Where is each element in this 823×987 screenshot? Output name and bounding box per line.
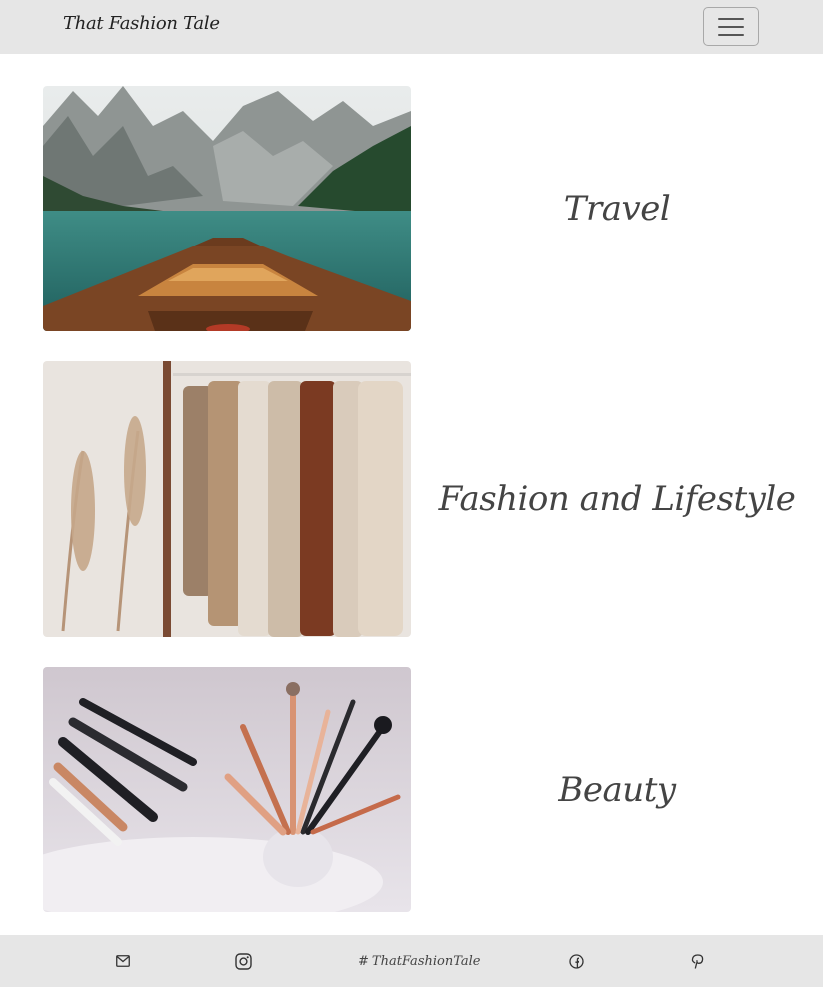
- hamburger-line: [718, 25, 744, 28]
- hashtag-handle: ThatFashionTale: [371, 953, 481, 969]
- category-fashion-lifestyle[interactable]: Fashion and Lifestyle: [43, 361, 823, 637]
- category-travel[interactable]: Travel: [43, 86, 823, 331]
- category-title-beauty[interactable]: Beauty: [411, 667, 823, 912]
- hashtag-text: #: [358, 953, 369, 969]
- travel-image[interactable]: [43, 86, 411, 331]
- fashion-image[interactable]: [43, 361, 411, 637]
- category-title-fashion-lifestyle[interactable]: Fashion and Lifestyle: [411, 361, 823, 637]
- navbar: That Fashion Tale: [0, 0, 823, 54]
- category-beauty[interactable]: Beauty: [43, 667, 823, 912]
- footer: # ThatFashionTale: [0, 935, 823, 987]
- hamburger-line: [718, 33, 744, 36]
- menu-toggle-button[interactable]: [703, 7, 759, 46]
- facebook-icon[interactable]: [569, 951, 584, 971]
- category-title-travel[interactable]: Travel: [411, 86, 823, 331]
- pinterest-icon[interactable]: [691, 951, 704, 971]
- hashtag-link[interactable]: # ThatFashionTale: [358, 951, 480, 971]
- instagram-icon[interactable]: [235, 951, 252, 971]
- brand-logo[interactable]: That Fashion Tale: [63, 13, 220, 34]
- mail-icon[interactable]: [116, 951, 130, 971]
- hamburger-line: [718, 17, 744, 20]
- beauty-image[interactable]: [43, 667, 411, 912]
